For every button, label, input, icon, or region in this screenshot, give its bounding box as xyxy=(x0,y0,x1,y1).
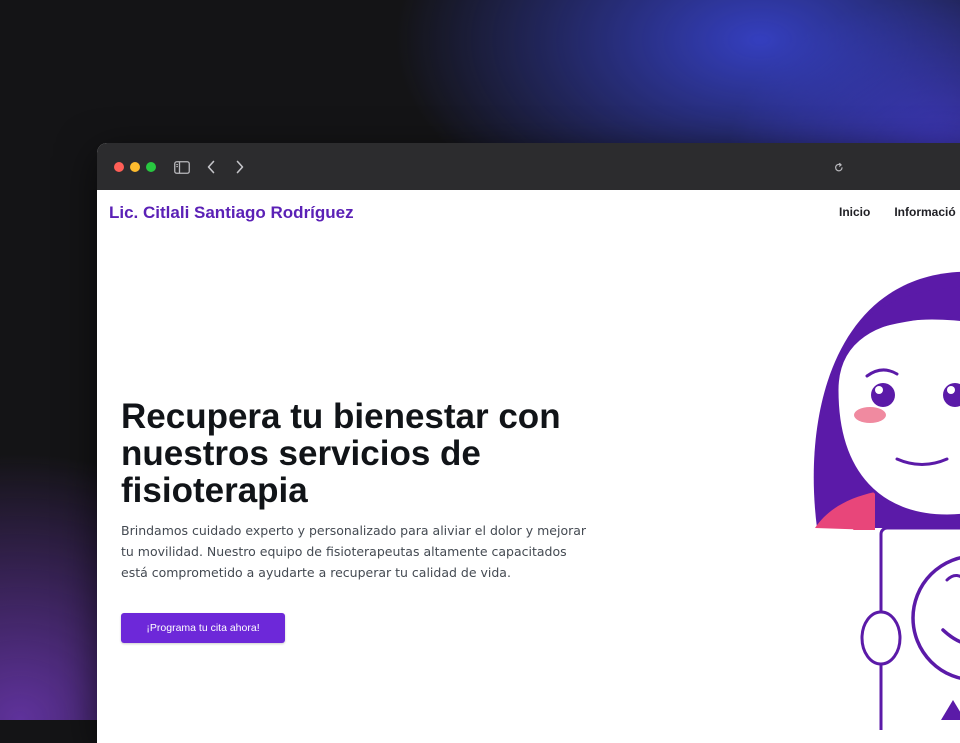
sidebar-toggle-icon[interactable] xyxy=(173,157,191,177)
schedule-appointment-button[interactable]: ¡Programa tu cita ahora! xyxy=(121,613,285,643)
close-window-button[interactable] xyxy=(114,162,124,172)
minimize-window-button[interactable] xyxy=(130,162,140,172)
browser-titlebar xyxy=(97,143,960,191)
browser-window: Lic. Citlali Santiago Rodríguez Inicio I… xyxy=(97,143,960,743)
hero-description: Brindamos cuidado experto y personalizad… xyxy=(121,523,587,580)
nav-link-informacion[interactable]: Informació xyxy=(894,205,955,219)
reload-icon[interactable] xyxy=(831,157,847,177)
site-brand[interactable]: Lic. Citlali Santiago Rodríguez xyxy=(109,203,354,223)
zoom-window-button[interactable] xyxy=(146,162,156,172)
hero-title: Recupera tu bienestar con nuestros servi… xyxy=(121,397,561,510)
chevron-right-icon[interactable] xyxy=(232,157,248,177)
chevron-left-icon[interactable] xyxy=(203,157,219,177)
therapist-illustration xyxy=(813,271,960,730)
web-page: Lic. Citlali Santiago Rodríguez Inicio I… xyxy=(97,190,960,743)
nav-link-inicio[interactable]: Inicio xyxy=(839,205,870,219)
main-nav: Inicio Informació xyxy=(839,205,956,219)
